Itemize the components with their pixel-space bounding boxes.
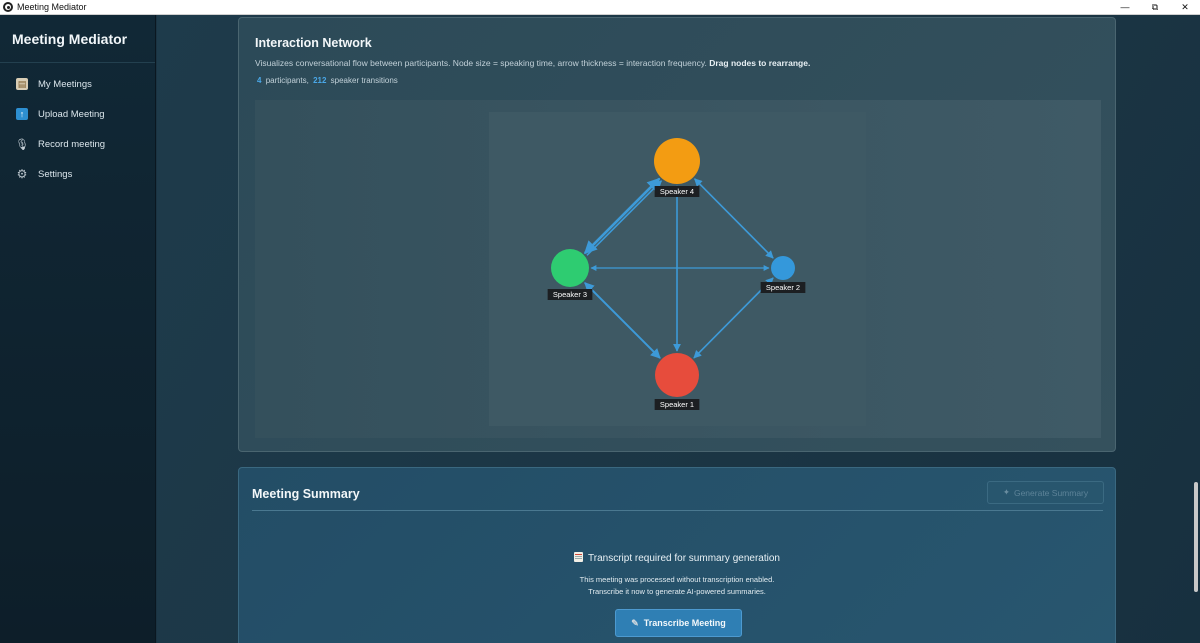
- close-button[interactable]: ✕: [1170, 0, 1200, 15]
- document-icon: [574, 552, 584, 562]
- meeting-summary-card: Meeting Summary ✦ Generate Summary Trans…: [238, 467, 1116, 643]
- network-node-circle[interactable]: [771, 256, 795, 280]
- network-node-circle[interactable]: [654, 138, 700, 184]
- sidebar-item-record-meeting[interactable]: 🎙 Record meeting: [0, 129, 155, 159]
- sidebar-item-my-meetings[interactable]: ▤ My Meetings: [0, 69, 155, 99]
- sparkle-icon: ✦: [1002, 487, 1010, 497]
- sidebar-item-label: My Meetings: [38, 78, 92, 90]
- sidebar-nav: ▤ My Meetings ↑ Upload Meeting 🎙 Record …: [0, 69, 155, 189]
- generate-summary-label: Generate Summary: [1013, 487, 1089, 498]
- minimize-button[interactable]: —: [1110, 0, 1140, 15]
- main-content: Interaction Network Visualizes conversat…: [157, 15, 1200, 643]
- sidebar-item-settings[interactable]: ⚙ Settings: [0, 159, 155, 189]
- transcript-required-text: Transcript required for summary generati…: [588, 553, 780, 564]
- network-graph-svg: Speaker 4 Speaker 3 Speaker 2 Speaker 1: [547, 138, 806, 410]
- microphone-icon: 🎙: [15, 138, 29, 151]
- app-logo-icon: [3, 2, 13, 12]
- pen-icon: ✎: [631, 617, 639, 628]
- gear-icon: ⚙: [16, 167, 28, 181]
- network-node-circle[interactable]: [551, 249, 589, 287]
- network-node-s4[interactable]: Speaker 4: [654, 138, 700, 197]
- maximize-button[interactable]: ⧉: [1140, 0, 1170, 15]
- window-controls: — ⧉ ✕: [1110, 0, 1200, 15]
- network-canvas-area: Speaker 4 Speaker 3 Speaker 2 Speaker 1: [255, 100, 1101, 438]
- scrollbar-thumb[interactable]: [1194, 482, 1198, 592]
- network-stats: 4 participants, 212 speaker transitions: [255, 76, 398, 85]
- summary-title: Meeting Summary: [252, 487, 360, 501]
- network-edge: [583, 177, 661, 255]
- sidebar-item-upload-meeting[interactable]: ↑ Upload Meeting: [0, 99, 155, 129]
- network-node-s1[interactable]: Speaker 1: [654, 353, 700, 410]
- summary-note-line-1: This meeting was processed without trans…: [579, 575, 775, 584]
- network-description-text: Visualizes conversational flow between p…: [255, 58, 707, 68]
- network-edge: [586, 180, 663, 256]
- network-description: Visualizes conversational flow between p…: [255, 58, 810, 68]
- sidebar-item-label: Record meeting: [38, 138, 106, 150]
- window-titlebar: Meeting Mediator — ⧉ ✕: [0, 0, 1200, 15]
- summary-note-line-2: Transcribe it now to generate AI-powered…: [588, 587, 766, 596]
- transitions-label: speaker transitions: [330, 76, 398, 85]
- network-description-hint: Drag nodes to rearrange.: [709, 58, 811, 68]
- network-node-label: Speaker 3: [553, 290, 587, 299]
- network-node-circle[interactable]: [655, 353, 699, 397]
- network-title: Interaction Network: [255, 36, 372, 50]
- network-edge: [584, 282, 661, 359]
- transcript-required-message: Transcript required for summary generati…: [239, 552, 1115, 564]
- interaction-network-card: Interaction Network Visualizes conversat…: [238, 17, 1116, 452]
- sidebar-item-label: Settings: [38, 168, 73, 180]
- sidebar: Meeting Mediator ▤ My Meetings ↑ Upload …: [0, 15, 156, 643]
- network-edge: [694, 178, 774, 259]
- summary-divider: [252, 510, 1103, 511]
- network-node-s2[interactable]: Speaker 2: [760, 256, 806, 293]
- window-title: Meeting Mediator: [17, 2, 87, 12]
- network-graph[interactable]: Speaker 4 Speaker 3 Speaker 2 Speaker 1: [489, 112, 866, 426]
- network-node-label: Speaker 4: [660, 187, 694, 196]
- transcribe-meeting-button[interactable]: ✎ Transcribe Meeting: [615, 609, 742, 637]
- transcribe-meeting-label: Transcribe Meeting: [643, 618, 726, 628]
- app-brand: Meeting Mediator: [0, 15, 155, 63]
- transitions-count: 212: [313, 76, 327, 85]
- sidebar-item-label: Upload Meeting: [38, 108, 105, 120]
- participants-count: 4: [257, 76, 262, 85]
- upload-icon: ↑: [16, 108, 28, 120]
- participants-label: participants,: [265, 76, 309, 85]
- clipboard-icon: ▤: [16, 78, 28, 90]
- network-node-label: Speaker 2: [766, 283, 800, 292]
- network-node-label: Speaker 1: [660, 400, 694, 409]
- generate-summary-button[interactable]: ✦ Generate Summary: [987, 481, 1104, 504]
- network-node-s3[interactable]: Speaker 3: [547, 249, 593, 300]
